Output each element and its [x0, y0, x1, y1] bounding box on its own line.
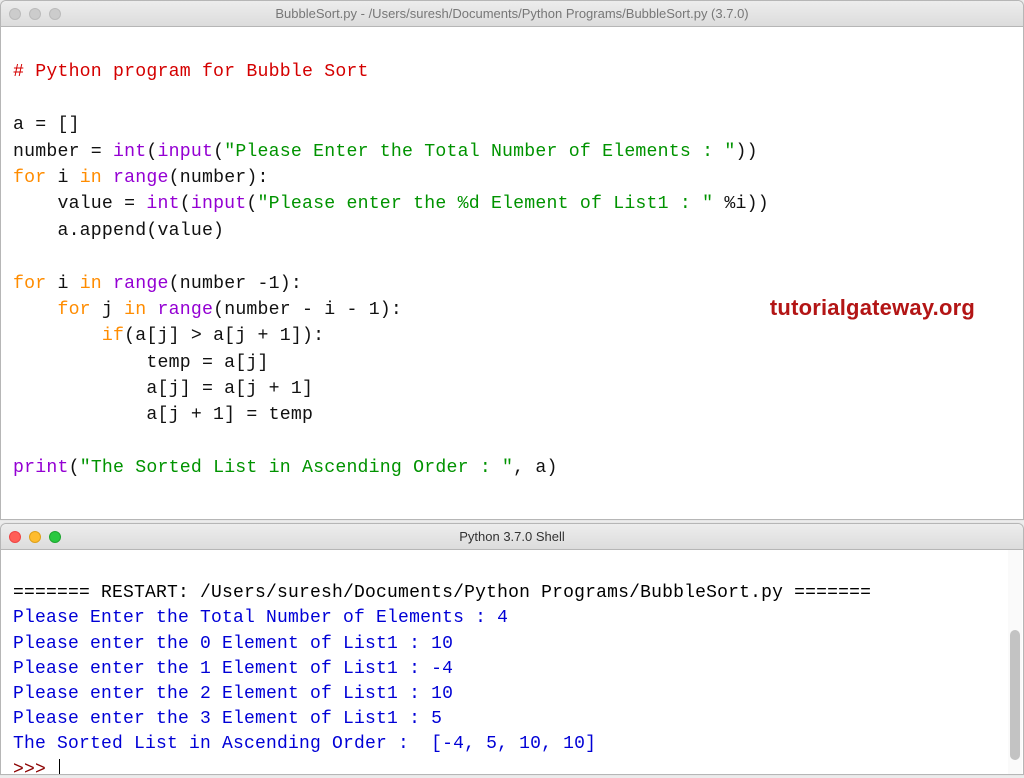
keyword-if: if: [13, 326, 124, 346]
watermark-text: tutorialgateway.org: [770, 292, 975, 324]
shell-titlebar[interactable]: Python 3.7.0 Shell: [1, 524, 1023, 550]
shell-result: The Sorted List in Ascending Order : [-4…: [13, 734, 596, 754]
code-line: temp = a[j]: [13, 353, 269, 373]
zoom-icon[interactable]: [49, 8, 61, 20]
close-icon[interactable]: [9, 8, 21, 20]
minimize-icon[interactable]: [29, 8, 41, 20]
string-literal: "Please Enter the Total Number of Elemen…: [224, 142, 735, 162]
shell-line: Please enter the 0 Element of List1 : 10: [13, 634, 453, 654]
builtin-int: int: [113, 142, 146, 162]
code-line: a[j] = a[j + 1]: [13, 379, 313, 399]
string-literal: "Please enter the %d Element of List1 : …: [258, 194, 714, 214]
shell-prompt: >>>: [13, 760, 57, 775]
shell-title: Python 3.7.0 Shell: [1, 529, 1023, 544]
shell-output[interactable]: ======= RESTART: /Users/suresh/Documents…: [1, 550, 1023, 774]
keyword-in: in: [80, 168, 102, 188]
minimize-icon[interactable]: [29, 531, 41, 543]
traffic-lights: [9, 8, 61, 20]
code-comment: # Python program for Bubble Sort: [13, 62, 369, 82]
builtin-input: input: [158, 142, 214, 162]
close-icon[interactable]: [9, 531, 21, 543]
shell-line: Please enter the 3 Element of List1 : 5: [13, 709, 442, 729]
editor-title: BubbleSort.py - /Users/suresh/Documents/…: [1, 6, 1023, 21]
code-line: a.append(value): [13, 221, 224, 241]
shell-line: Please enter the 1 Element of List1 : -4: [13, 659, 453, 679]
shell-line: Please Enter the Total Number of Element…: [13, 608, 508, 628]
editor-window: BubbleSort.py - /Users/suresh/Documents/…: [0, 0, 1024, 520]
cursor-icon: [59, 759, 60, 775]
traffic-lights: [9, 531, 61, 543]
code-line: a = []: [13, 115, 80, 135]
shell-line: Please enter the 2 Element of List1 : 10: [13, 684, 453, 704]
string-literal: "The Sorted List in Ascending Order : ": [80, 458, 513, 478]
scrollbar-thumb[interactable]: [1010, 630, 1020, 760]
code-line: number =: [13, 142, 113, 162]
editor-titlebar[interactable]: BubbleSort.py - /Users/suresh/Documents/…: [1, 1, 1023, 27]
zoom-icon[interactable]: [49, 531, 61, 543]
builtin-range: range: [113, 168, 169, 188]
builtin-print: print: [13, 458, 69, 478]
keyword-for: for: [13, 168, 46, 188]
code-editor[interactable]: # Python program for Bubble Sort a = [] …: [1, 27, 1023, 519]
restart-line: ======= RESTART: /Users/suresh/Documents…: [13, 583, 871, 603]
scrollbar-track[interactable]: [1008, 550, 1022, 774]
code-line: a[j + 1] = temp: [13, 405, 313, 425]
shell-window: Python 3.7.0 Shell ======= RESTART: /Use…: [0, 523, 1024, 775]
